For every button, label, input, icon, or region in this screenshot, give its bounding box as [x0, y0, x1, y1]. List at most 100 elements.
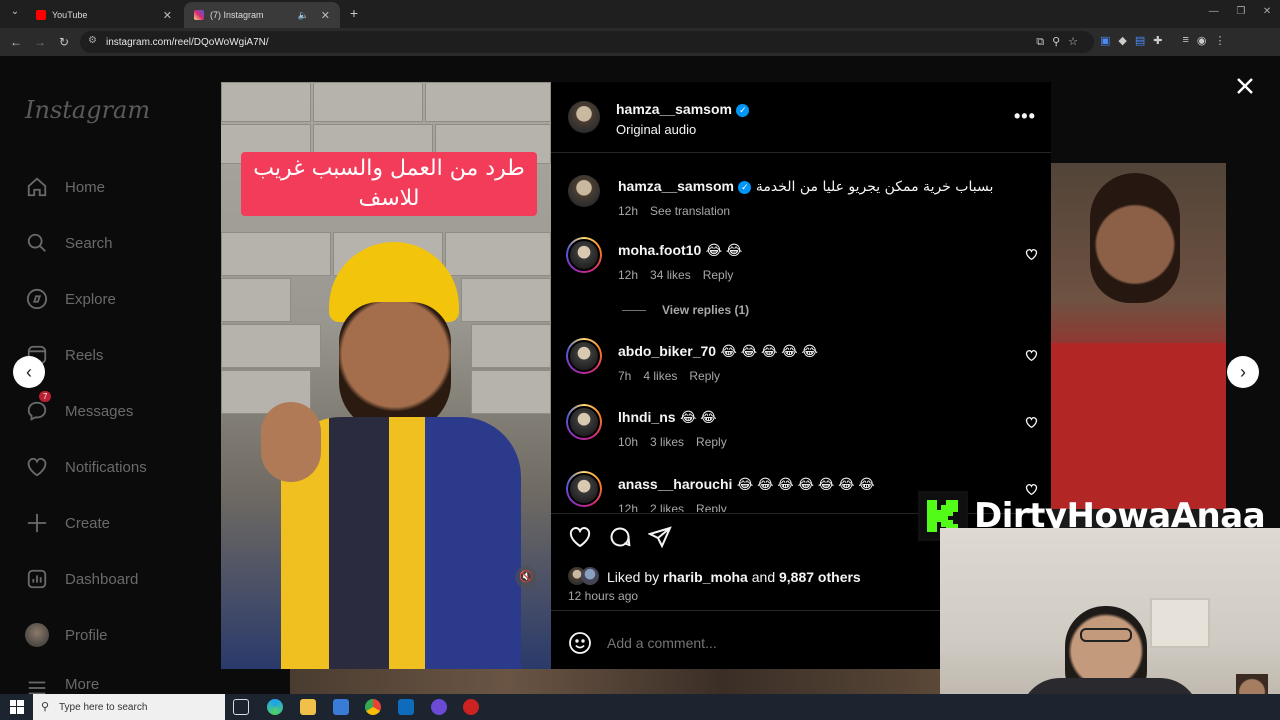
obs-icon[interactable] — [463, 699, 479, 715]
next-reel-preview[interactable] — [1050, 163, 1226, 509]
sidebar-item-explore[interactable]: Explore — [25, 284, 205, 314]
sidebar-item-messages[interactable]: 7 Messages — [25, 391, 205, 426]
sidebar-item-create[interactable]: Create — [25, 508, 205, 538]
previous-reel-button[interactable]: ‹ — [13, 356, 45, 388]
person-face-image — [339, 302, 451, 432]
preview-person-image — [1090, 173, 1180, 303]
comment-username[interactable]: abdo_biker_70 — [618, 343, 716, 359]
file-explorer-icon[interactable] — [300, 699, 316, 715]
comment: lhndi_ns 😂 😂 10h 3 likes Reply — [618, 409, 1018, 449]
like-comment-icon[interactable] — [1025, 416, 1039, 430]
bookmark-star-icon[interactable]: ☆ — [1068, 36, 1086, 48]
puzzle-icon[interactable]: ✚ — [1153, 34, 1162, 47]
close-tab-icon[interactable]: ✕ — [321, 9, 330, 22]
windows-start-icon[interactable] — [10, 700, 24, 714]
reading-list-icon[interactable]: ≡ — [1183, 34, 1189, 47]
sidebar-item-home[interactable]: Home — [25, 172, 205, 202]
post-timestamp[interactable]: 12 hours ago — [568, 589, 638, 603]
comment-likes[interactable]: 34 likes — [650, 268, 691, 282]
chrome-icon[interactable] — [365, 699, 381, 715]
commenter-avatar[interactable] — [566, 471, 602, 507]
close-window-icon[interactable]: ✕ — [1263, 6, 1271, 17]
author-username[interactable]: hamza__samsom — [616, 101, 732, 117]
share-button[interactable] — [647, 525, 672, 554]
kebab-menu-icon[interactable]: ⋮ — [1215, 34, 1226, 47]
sidebar-item-reels[interactable]: Reels — [25, 340, 205, 370]
audio-label[interactable]: Original audio — [616, 122, 749, 137]
liked-by-user[interactable]: rharib_moha — [663, 569, 748, 585]
close-modal-button[interactable] — [1233, 74, 1257, 98]
next-reel-button[interactable]: › — [1227, 356, 1259, 388]
liked-by-others[interactable]: 9,887 others — [779, 569, 861, 585]
chevron-left-icon: ‹ — [26, 361, 32, 382]
site-info-icon[interactable]: ⚙ — [88, 35, 97, 46]
reply-button[interactable]: Reply — [696, 435, 727, 449]
reply-button[interactable]: Reply — [696, 502, 727, 512]
reload-icon[interactable]: ↻ — [52, 35, 76, 49]
task-view-icon[interactable] — [233, 699, 249, 715]
liked-by-avatars[interactable] — [568, 567, 604, 585]
speaker-icon[interactable]: 🔈 — [298, 10, 309, 21]
tab-instagram[interactable]: (7) Instagram 🔈 ✕ — [184, 2, 340, 28]
see-translation-link[interactable]: See translation — [650, 204, 730, 218]
menu-icon — [25, 676, 49, 694]
comment-button[interactable] — [608, 525, 632, 554]
reply-button[interactable]: Reply — [689, 369, 720, 383]
address-bar[interactable]: ⚙ instagram.com/reel/DQoWoWgiA7N/ ⧉⚲☆ — [80, 31, 1094, 53]
like-comment-icon[interactable] — [1025, 248, 1039, 262]
sidebar-item-notifications[interactable]: Notifications — [25, 452, 205, 482]
mute-button[interactable]: 🔇 — [515, 566, 537, 588]
emoji-button[interactable] — [568, 631, 592, 660]
hand-image — [261, 402, 321, 482]
extension-icon[interactable]: ◆ — [1118, 34, 1126, 47]
comment-username[interactable]: moha.foot10 — [618, 242, 701, 258]
caption-username[interactable]: hamza__samsom — [618, 178, 734, 194]
caption-avatar[interactable] — [568, 175, 600, 207]
install-icon[interactable]: ⧉ — [1036, 36, 1052, 48]
sidebar-item-label: Profile — [65, 626, 108, 644]
author-avatar[interactable] — [568, 101, 600, 133]
close-tab-icon[interactable]: ✕ — [163, 9, 172, 22]
tab-search-icon[interactable]: ⌄ — [3, 6, 27, 17]
sidebar-item-search[interactable]: Search — [25, 228, 205, 258]
translate-icon[interactable]: ▣ — [1100, 34, 1110, 47]
taskbar-search[interactable]: ⚲ Type here to search — [33, 694, 225, 720]
forward-icon[interactable]: → — [28, 35, 52, 49]
more-options-icon[interactable]: ••• — [1014, 106, 1036, 127]
store-icon[interactable] — [333, 699, 349, 715]
reel-thumbnails-strip — [290, 669, 940, 694]
sidebar-item-more[interactable]: More — [25, 676, 205, 694]
home-icon — [25, 175, 49, 199]
commenter-avatar[interactable] — [566, 338, 602, 374]
restore-icon[interactable]: ❐ — [1236, 6, 1245, 17]
plus-icon — [25, 511, 49, 535]
back-icon[interactable]: ← — [4, 35, 28, 49]
comment-likes[interactable]: 3 likes — [650, 435, 684, 449]
instagram-logo[interactable]: Instagram — [25, 96, 150, 124]
sidebar-item-label: More — [65, 676, 100, 693]
reel-video[interactable]: طرد من العمل والسبب غريب للاسف 🔇 — [221, 82, 551, 669]
like-comment-icon[interactable] — [1025, 349, 1039, 363]
liked-by-text: Liked by rharib_moha and 9,887 others — [607, 569, 861, 585]
extension-icon[interactable]: ▤ — [1135, 34, 1145, 47]
new-tab-icon[interactable]: + — [342, 5, 366, 21]
edge-icon[interactable] — [267, 699, 283, 715]
minimize-icon[interactable]: — — [1209, 6, 1219, 17]
outlook-icon[interactable] — [398, 699, 414, 715]
view-replies-button[interactable]: View replies (1) — [662, 303, 749, 317]
comment-text: 😂 😂 😂 😂 😂 — [720, 343, 818, 359]
commenter-avatar[interactable] — [566, 237, 602, 273]
zoom-icon[interactable]: ⚲ — [1052, 36, 1068, 48]
comment-username[interactable]: lhndi_ns — [618, 409, 676, 425]
comment-likes[interactable]: 4 likes — [643, 369, 677, 383]
profile-icon[interactable]: ◉ — [1197, 34, 1207, 47]
reply-button[interactable]: Reply — [703, 268, 734, 282]
sidebar-item-profile[interactable]: Profile — [25, 620, 205, 650]
sidebar-item-dashboard[interactable]: Dashboard — [25, 564, 205, 594]
comment-likes[interactable]: 2 likes — [650, 502, 684, 512]
tab-youtube[interactable]: YouTube ✕ — [26, 2, 182, 28]
commenter-avatar[interactable] — [566, 404, 602, 440]
comment-username[interactable]: anass__harouchi — [618, 476, 732, 492]
like-button[interactable] — [568, 525, 592, 554]
app-icon[interactable] — [431, 699, 447, 715]
